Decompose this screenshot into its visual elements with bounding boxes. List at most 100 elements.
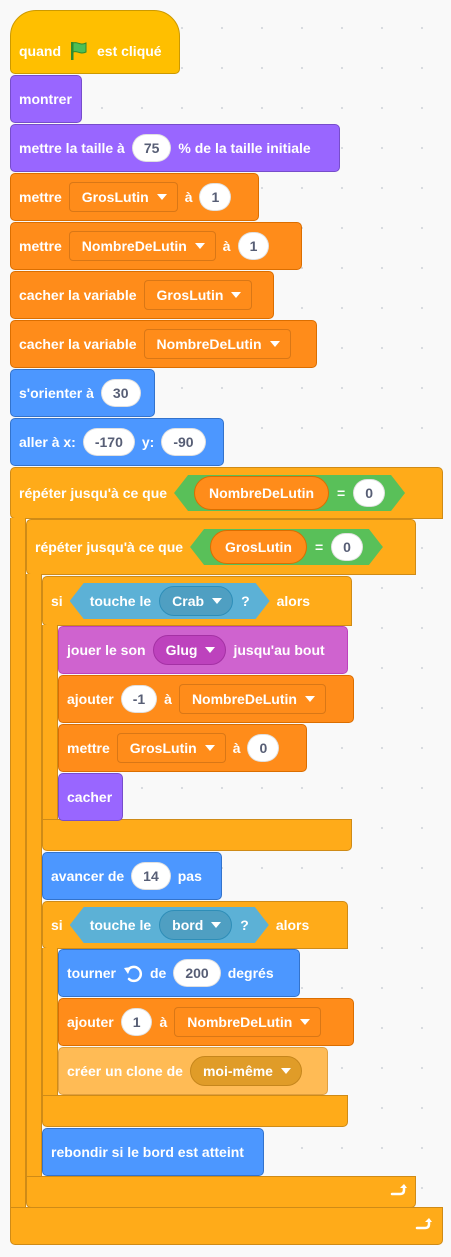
variable-dropdown[interactable]: GrosLutin <box>116 733 226 763</box>
play-sound-block[interactable]: jouer le son Glug jusqu'au bout <box>58 626 348 674</box>
create-clone-block[interactable]: créer un clone de moi-même <box>58 1047 328 1095</box>
compare-value-input[interactable]: 0 <box>331 533 363 561</box>
if-then-block[interactable]: si touche le Crab ? alors <box>42 576 352 626</box>
variable-reporter[interactable]: GrosLutin <box>210 530 307 564</box>
set-variable-block[interactable]: mettre GrosLutin à 0 <box>58 724 307 772</box>
rotate-left-icon <box>124 965 143 983</box>
degrees-suffix: degrés <box>227 965 274 981</box>
set-size-block[interactable]: mettre la taille à 75 % de la taille ini… <box>10 124 340 172</box>
compare-value-input[interactable]: 0 <box>353 479 385 507</box>
dropdown-arrow-icon <box>304 696 315 702</box>
set-size-suffix: % de la taille initiale <box>178 140 311 156</box>
turn-left-block[interactable]: tourner de 200 degrés <box>58 949 300 997</box>
to-label: à <box>232 740 241 756</box>
value-input[interactable]: 0 <box>247 734 280 762</box>
dropdown-arrow-icon <box>212 598 222 604</box>
dropdown-arrow-icon <box>231 292 242 298</box>
clone-target: moi-même <box>202 1063 273 1079</box>
degrees-input[interactable]: 200 <box>173 959 221 987</box>
bounce-on-edge-block[interactable]: rebondir si le bord est atteint <box>42 1128 264 1176</box>
change-variable-block[interactable]: ajouter 1 à NombreDeLutin <box>58 998 354 1046</box>
question-mark: ? <box>241 593 250 609</box>
change-value-input[interactable]: 1 <box>120 1008 153 1036</box>
touch-target-dropdown[interactable]: bord <box>159 910 232 940</box>
steps-suffix: pas <box>177 868 202 884</box>
variable-dropdown[interactable]: GrosLutin <box>143 280 253 310</box>
touching-label: touche le <box>89 917 152 933</box>
hide-variable-block[interactable]: cacher la variable NombreDeLutin <box>10 320 317 368</box>
value-input[interactable]: 1 <box>237 232 270 260</box>
dropdown-arrow-icon <box>300 1019 311 1025</box>
set-label: mettre <box>67 740 110 756</box>
variable-dropdown[interactable]: NombreDeLutin <box>143 329 291 359</box>
sound-dropdown[interactable]: Glug <box>152 635 227 665</box>
touch-target-dropdown[interactable]: Crab <box>159 586 233 616</box>
repeat-until-footer <box>26 1176 416 1208</box>
hide-variable-label: cacher la variable <box>19 336 137 352</box>
goto-xy-block[interactable]: aller à x: -170 y: -90 <box>10 418 224 466</box>
change-variable-block[interactable]: ajouter -1 à NombreDeLutin <box>58 675 354 723</box>
variable-name: NombreDeLutin <box>81 238 187 254</box>
loop-arrow-icon <box>415 1218 432 1230</box>
move-steps-block[interactable]: avancer de 14 pas <box>42 852 222 900</box>
repeat-until-block[interactable]: répéter jusqu'à ce que NombreDeLutin = 0 <box>10 467 443 519</box>
variable-name: GrosLutin <box>129 740 197 756</box>
set-variable-block[interactable]: mettre NombreDeLutin à 1 <box>10 222 302 270</box>
by-label: de <box>150 965 167 981</box>
if-then-block[interactable]: si touche le bord ? alors <box>42 901 348 949</box>
variable-name: NombreDeLutin <box>187 1014 293 1030</box>
repeat-until-arm <box>26 574 42 1177</box>
hide-variable-block[interactable]: cacher la variable GrosLutin <box>10 271 274 319</box>
dropdown-arrow-icon <box>205 647 216 653</box>
dropdown-arrow-icon <box>204 745 215 751</box>
variable-dropdown[interactable]: NombreDeLutin <box>68 231 216 261</box>
repeat-until-footer <box>10 1207 443 1245</box>
dropdown-arrow-icon <box>194 243 205 249</box>
dropdown-arrow-icon <box>211 922 221 928</box>
change-value-input[interactable]: -1 <box>120 685 158 713</box>
repeat-until-arm <box>10 518 26 1208</box>
variable-reporter[interactable]: NombreDeLutin <box>194 476 329 510</box>
turn-label: tourner <box>67 965 116 981</box>
variable-name: NombreDeLutin <box>191 691 297 707</box>
show-block[interactable]: montrer <box>10 75 82 123</box>
y-input[interactable]: -90 <box>161 428 206 456</box>
touching-label: touche le <box>89 593 152 609</box>
to-label: à <box>184 189 193 205</box>
to-label: à <box>159 1014 168 1030</box>
clone-target-dropdown[interactable]: moi-même <box>189 1056 302 1086</box>
hide-label: cacher <box>67 789 113 805</box>
set-label: mettre <box>19 189 62 205</box>
equals-operator[interactable]: NombreDeLutin = 0 <box>174 475 405 511</box>
touching-sensor[interactable]: touche le Crab ? <box>70 583 270 619</box>
set-size-label: mettre la taille à <box>19 140 125 156</box>
hat-prefix: quand <box>19 43 61 59</box>
when-flag-clicked-block[interactable]: quand est cliqué <box>10 10 180 74</box>
variable-dropdown[interactable]: NombreDeLutin <box>174 1007 322 1037</box>
set-variable-block[interactable]: mettre GrosLutin à 1 <box>10 173 259 221</box>
value-input[interactable]: 1 <box>199 183 232 211</box>
variable-name: NombreDeLutin <box>156 336 262 352</box>
touching-sensor[interactable]: touche le bord ? <box>70 907 269 943</box>
show-label: montrer <box>19 91 72 107</box>
play-sound-label: jouer le son <box>67 642 146 658</box>
green-flag-icon <box>71 42 87 60</box>
point-direction-block[interactable]: s'orienter à 30 <box>10 369 155 417</box>
sound-name: Glug <box>165 642 198 658</box>
dropdown-arrow-icon <box>280 1068 291 1074</box>
equals-sign: = <box>337 485 346 501</box>
size-value-input[interactable]: 75 <box>131 134 172 162</box>
hide-block[interactable]: cacher <box>58 773 123 821</box>
variable-dropdown[interactable]: NombreDeLutin <box>178 684 326 714</box>
repeat-until-label: répéter jusqu'à ce que <box>35 539 184 555</box>
x-input[interactable]: -170 <box>82 428 135 456</box>
equals-operator[interactable]: GrosLutin = 0 <box>190 529 383 565</box>
dropdown-arrow-icon <box>269 341 280 347</box>
repeat-until-block[interactable]: répéter jusqu'à ce que GrosLutin = 0 <box>26 519 416 575</box>
variable-dropdown[interactable]: GrosLutin <box>68 182 178 212</box>
if-footer <box>42 1095 348 1127</box>
point-direction-label: s'orienter à <box>19 385 94 401</box>
if-footer <box>42 819 352 851</box>
steps-input[interactable]: 14 <box>131 862 171 890</box>
direction-input[interactable]: 30 <box>100 379 141 407</box>
